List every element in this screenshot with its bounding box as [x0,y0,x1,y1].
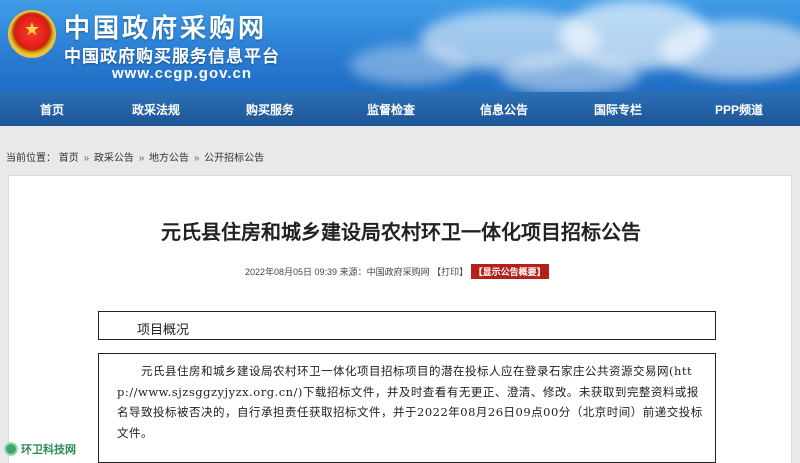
section-heading-box: 项目概况 [98,311,716,340]
cloud-decoration [500,55,640,92]
nav-item-services[interactable]: 购买服务 [208,101,332,118]
star-icon: ★ [23,19,41,41]
article-title: 元氏县住房和城乡建设局农村环卫一体化项目招标公告 [161,222,641,244]
site-title[interactable]: 中国政府采购网 [64,8,267,45]
article-meta: 2022年08月05日 09:39 来源：中国政府采购网 【打印】 【显示公告概… [245,264,549,279]
show-summary-button[interactable]: 【显示公告概要】 [470,264,549,279]
watermark-logo-icon [4,442,18,456]
breadcrumb-separator: » [83,153,90,164]
breadcrumb-open-tender[interactable]: 公开招标公告 [204,153,264,164]
nav-item-ppp[interactable]: PPP频道 [678,101,800,118]
breadcrumb-separator: » [193,153,200,164]
breadcrumb-local-notices[interactable]: 地方公告 [149,153,189,164]
section-heading: 项目概况 [137,323,190,338]
watermark-text: 环卫科技网 [21,444,76,456]
breadcrumb: 当前位置： 首页 » 政采公告 » 地方公告 » 公开招标公告 [6,149,264,164]
national-emblem-icon[interactable]: ★ [8,10,56,58]
site-banner: ★ 中国政府采购网 中国政府购买服务信息平台 www.ccgp.gov.cn [0,0,800,92]
main-nav: 首页 政采法规 购买服务 监督检查 信息公告 国际专栏 PPP频道 [0,92,800,126]
print-link[interactable]: 【打印】 [432,267,468,277]
cloud-decoration [660,20,800,80]
article-body: 元氏县住房和城乡建设局农村环卫一体化项目招标项目的潜在投标人应在登录石家庄公共资… [117,364,703,440]
nav-item-announcements[interactable]: 信息公告 [450,101,558,118]
cloud-decoration [350,45,470,85]
breadcrumb-home[interactable]: 首页 [59,153,79,164]
article-date: 2022年08月05日 09:39 [245,267,338,277]
article-source: 中国政府采购网 [366,267,430,277]
breadcrumb-procurement-notices[interactable]: 政采公告 [94,153,134,164]
source-label: 来源： [339,267,367,277]
nav-item-international[interactable]: 国际专栏 [558,101,678,118]
nav-item-supervision[interactable]: 监督检查 [332,101,450,118]
site-url: www.ccgp.gov.cn [112,65,253,82]
nav-item-home[interactable]: 首页 [0,101,104,118]
summary-box: 元氏县住房和城乡建设局农村环卫一体化项目招标项目的潜在投标人应在登录石家庄公共资… [98,353,716,463]
breadcrumb-separator: » [138,153,145,164]
article-panel: 元氏县住房和城乡建设局农村环卫一体化项目招标公告 2022年08月05日 09:… [8,175,792,463]
nav-item-regulations[interactable]: 政采法规 [104,101,208,118]
site-subtitle: 中国政府购买服务信息平台 [64,47,280,67]
watermark: 环卫科技网 [4,441,76,457]
breadcrumb-prefix: 当前位置： [6,153,56,164]
